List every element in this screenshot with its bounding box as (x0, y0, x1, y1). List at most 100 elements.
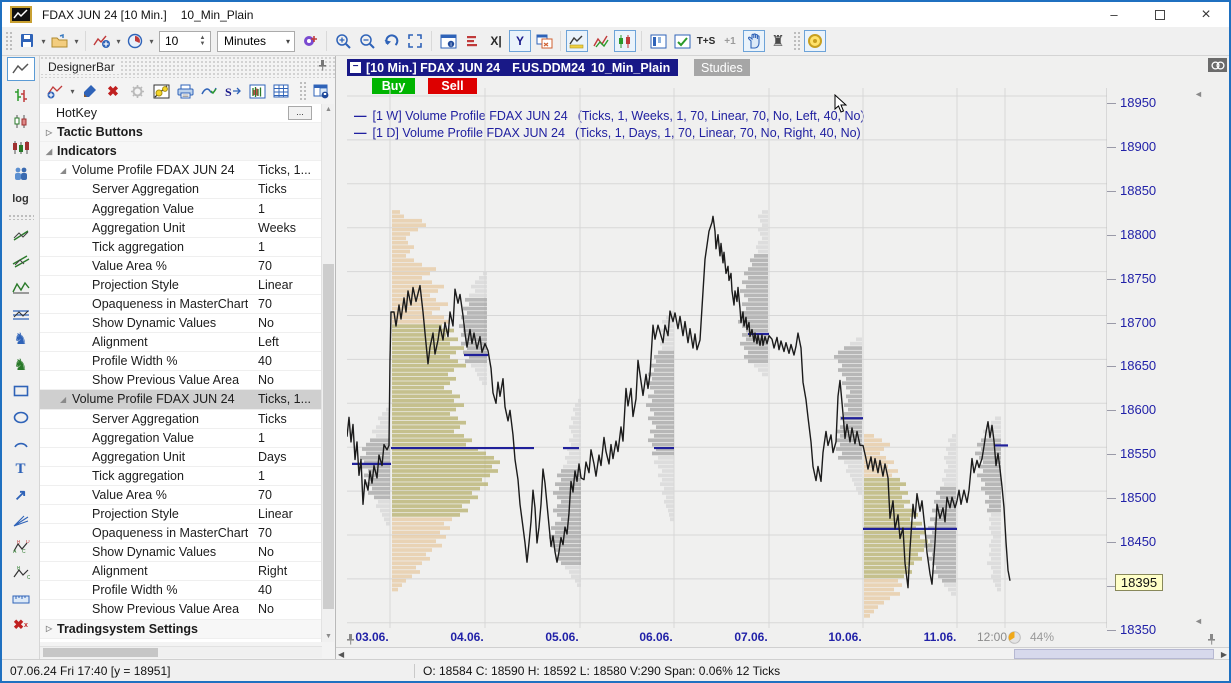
columns-icon[interactable] (647, 30, 669, 52)
ellipse-icon[interactable] (7, 405, 35, 429)
save-dropdown-icon[interactable]: ▾ (39, 37, 48, 46)
minimize-button[interactable]: – (1091, 2, 1137, 27)
property-row[interactable]: Aggregation UnitDays (40, 448, 321, 467)
chart-linking-icon[interactable] (1208, 58, 1227, 72)
fib-fan-icon[interactable] (7, 509, 35, 533)
designer-bar-horizontal-scrollbar[interactable] (40, 646, 322, 658)
spin-down-icon[interactable]: ▼ (200, 41, 206, 47)
property-value[interactable]: 40 (258, 583, 318, 597)
red-rows-icon[interactable] (461, 30, 483, 52)
property-value[interactable]: 1 (258, 431, 318, 445)
property-value[interactable]: 40 (258, 354, 318, 368)
arrow-icon[interactable]: ↗ (7, 483, 35, 507)
scrollbar-thumb[interactable] (323, 264, 334, 609)
zigzag-icon[interactable] (7, 275, 35, 299)
property-row[interactable]: Show Previous Value AreaNo (40, 600, 321, 619)
strategy-icon[interactable]: S (222, 80, 244, 102)
property-group-row[interactable]: ◢Indicators (40, 142, 321, 161)
line-chart-icon[interactable] (7, 57, 35, 81)
interval-unit-select[interactable]: Minutes ▾ (217, 31, 295, 52)
property-row[interactable]: Aggregation Value1 (40, 199, 321, 218)
tree-collapsed-icon[interactable]: ▷ (46, 128, 52, 137)
property-value[interactable]: Ticks, 1... (258, 392, 318, 406)
rectangle-icon[interactable] (7, 379, 35, 403)
add-indicator-icon[interactable] (45, 80, 67, 102)
checkbox-chart-icon[interactable] (671, 30, 693, 52)
save-window-icon[interactable] (310, 80, 332, 102)
hand-icon[interactable] (743, 30, 765, 52)
new-chart-icon[interactable] (91, 30, 113, 52)
property-value[interactable]: 1 (258, 202, 318, 216)
tree-expanded-icon[interactable]: ◢ (46, 147, 52, 156)
y-axis-icon[interactable]: Y (509, 30, 531, 52)
line-chart-icon[interactable] (566, 30, 588, 52)
indicator-row[interactable]: ◢Volume Profile FDAX JUN 24Ticks, 1... (40, 390, 321, 409)
undo-icon[interactable] (380, 30, 402, 52)
designer-bar-header[interactable]: DesignerBar (40, 56, 335, 78)
property-value[interactable]: Linear (258, 278, 318, 292)
property-value[interactable]: Ticks (258, 412, 318, 426)
property-value[interactable]: Ticks (258, 182, 318, 196)
property-row[interactable]: Aggregation UnitWeeks (40, 219, 321, 238)
zoom-out-icon[interactable] (356, 30, 378, 52)
pin-icon[interactable] (346, 633, 355, 645)
add-indicator-dropdown-icon[interactable]: ▾ (68, 87, 77, 96)
scroll-right-icon[interactable]: ▶ (1221, 650, 1227, 659)
property-value[interactable]: 1 (258, 240, 318, 254)
bars-icon[interactable] (7, 83, 35, 107)
property-row[interactable]: Server AggregationTicks (40, 410, 321, 429)
property-row[interactable]: Profile Width %40 (40, 581, 321, 600)
property-row[interactable]: Projection StyleLinear (40, 276, 321, 295)
zoom-in-icon[interactable] (332, 30, 354, 52)
abcd-pattern-icon[interactable]: ABCD (7, 535, 35, 559)
close-button[interactable]: × (1183, 2, 1229, 27)
property-row[interactable]: Opaqueness in MasterChart70 (40, 295, 321, 314)
print-icon[interactable] (174, 80, 196, 102)
tree-collapsed-icon[interactable]: ▷ (46, 624, 52, 633)
property-value[interactable]: No (258, 545, 318, 559)
property-group-row[interactable]: ▷Tradingsystem Settings (40, 620, 321, 639)
property-value[interactable]: 70 (258, 297, 318, 311)
text-icon[interactable]: T (7, 457, 35, 481)
people-icon[interactable] (7, 161, 35, 185)
open-folder-icon[interactable] (49, 30, 71, 52)
property-row[interactable]: Projection StyleLinear (40, 505, 321, 524)
property-value[interactable]: Right (258, 564, 318, 578)
candle-chart-icon[interactable] (614, 30, 636, 52)
add-symbol-icon[interactable] (299, 30, 321, 52)
delete-drawing-icon[interactable]: ✖x (7, 613, 35, 637)
session-circle-icon[interactable] (804, 30, 826, 52)
x-axis-icon[interactable]: X| (485, 30, 507, 52)
save-icon[interactable] (16, 30, 38, 52)
trendline-icon[interactable] (7, 223, 35, 247)
scrollbar-thumb[interactable] (43, 648, 158, 657)
property-row[interactable]: Show Dynamic ValuesNo (40, 543, 321, 562)
property-value[interactable]: Linear (258, 507, 318, 521)
parallel-lines-icon[interactable] (7, 301, 35, 325)
pin-icon[interactable] (1207, 633, 1216, 645)
time-sales-icon[interactable]: T+S (695, 30, 717, 52)
property-row[interactable]: Value Area %70 (40, 486, 321, 505)
delete-icon[interactable]: ✖ (102, 80, 124, 102)
signal-check-icon[interactable] (198, 80, 220, 102)
scroll-down-icon[interactable]: ▼ (322, 633, 335, 640)
candles-filled-icon[interactable] (7, 135, 35, 159)
brush-icon[interactable] (78, 80, 100, 102)
property-row[interactable]: Tick aggregation1 (40, 238, 321, 257)
properties-icon[interactable] (150, 80, 172, 102)
tree-expanded-icon[interactable]: ◢ (60, 395, 66, 404)
ruler-icon[interactable] (7, 587, 35, 611)
property-row[interactable]: AlignmentRight (40, 562, 321, 581)
property-value[interactable]: Left (258, 335, 318, 349)
property-row[interactable]: Show Dynamic ValuesNo (40, 314, 321, 333)
hotkey-ellipsis-button[interactable]: ... (288, 106, 312, 120)
zigzag-chart-icon[interactable] (590, 30, 612, 52)
studies-button[interactable]: Studies (694, 59, 750, 76)
tree-expanded-icon[interactable]: ◢ (60, 166, 66, 175)
property-row[interactable]: Show Previous Value AreaNo (40, 371, 321, 390)
abc-pattern-icon[interactable]: BC (7, 561, 35, 585)
property-value[interactable]: Weeks (258, 221, 318, 235)
swap-window-icon[interactable] (533, 30, 555, 52)
property-value[interactable]: No (258, 602, 318, 616)
pin-icon[interactable] (318, 59, 327, 71)
